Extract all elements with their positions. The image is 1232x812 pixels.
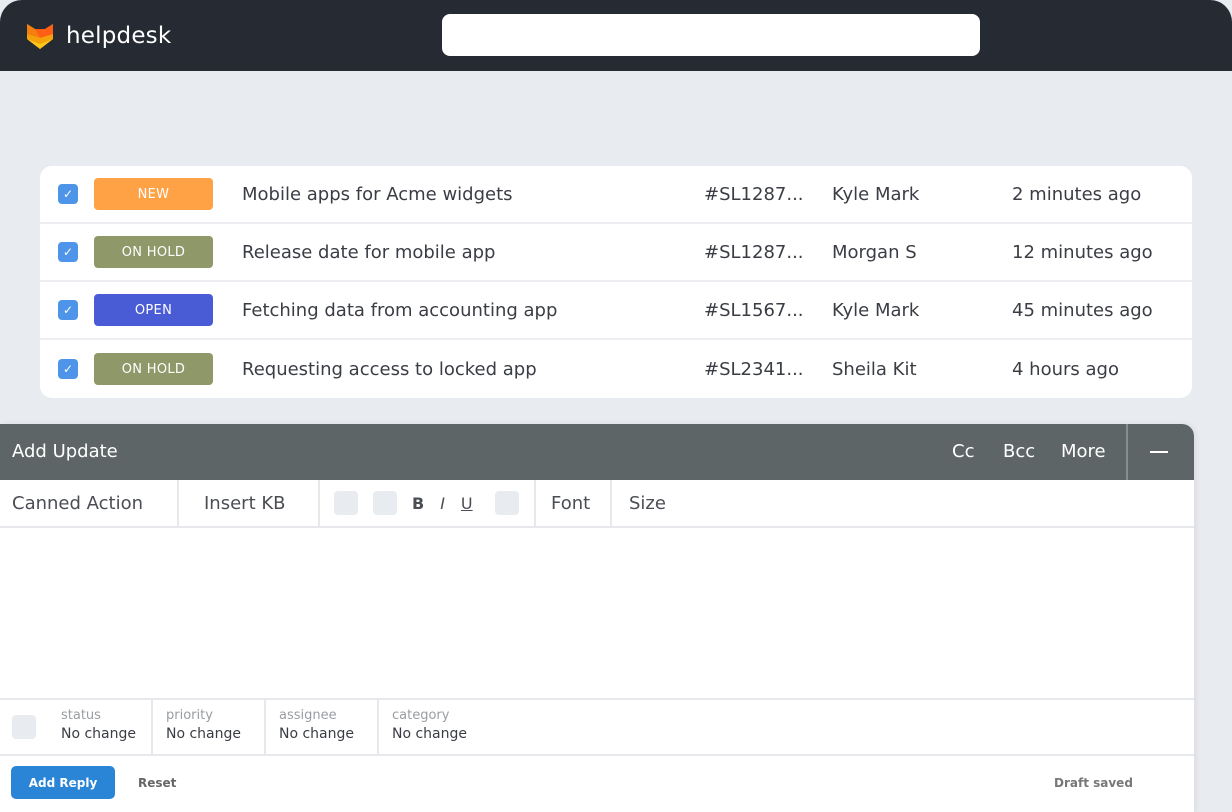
canned-action-button[interactable]: Canned Action (0, 480, 179, 526)
status-badge: ON HOLD (94, 353, 213, 385)
italic-button[interactable]: I (440, 494, 445, 513)
ticket-assignee: Kyle Mark (832, 183, 920, 205)
ticket-id: #SL1567... (704, 299, 804, 321)
reset-button[interactable]: Reset (138, 776, 176, 790)
font-select[interactable]: Font (536, 480, 612, 526)
ticket-id: #SL1287... (704, 183, 804, 205)
font-label: Font (551, 492, 591, 514)
canned-action-label: Canned Action (12, 492, 144, 514)
checkbox[interactable]: ✓ (58, 359, 78, 379)
underline-button[interactable]: U (461, 494, 473, 513)
draft-status: Draft saved (1054, 776, 1133, 790)
ticket-list: ✓ NEW Mobile apps for Acme widgets #SL12… (40, 166, 1192, 398)
reply-editor[interactable] (0, 528, 1194, 700)
more-button[interactable]: More (1061, 441, 1106, 462)
field-label: assignee (279, 708, 337, 723)
search-input[interactable] (442, 14, 980, 56)
fox-logo-icon (27, 24, 53, 49)
ticket-assignee: Morgan S (832, 241, 917, 263)
ticket-time: 2 minutes ago (1012, 183, 1142, 205)
format-icon[interactable] (494, 491, 519, 515)
ticket-subject[interactable]: Release date for mobile app (242, 242, 496, 263)
ticket-row[interactable]: ✓ NEW Mobile apps for Acme widgets #SL12… (40, 166, 1192, 224)
format-icon[interactable] (334, 491, 358, 515)
bold-button[interactable]: B (412, 494, 424, 513)
format-icon[interactable] (373, 491, 397, 515)
field-label: status (61, 708, 101, 723)
status-badge: ON HOLD (94, 236, 213, 268)
checkbox[interactable]: ✓ (58, 300, 78, 320)
insert-kb-label: Insert KB (204, 492, 286, 514)
size-label: Size (629, 492, 666, 514)
field-label: priority (166, 708, 213, 723)
ticket-fields: status No change priority No change assign… (0, 700, 1194, 756)
ticket-row[interactable]: ✓ OPEN Fetching data from accounting app… (40, 282, 1192, 340)
app-name: helpdesk (66, 23, 172, 49)
divider (1126, 424, 1128, 480)
priority-select[interactable]: priority No change (153, 700, 266, 754)
compose-title: Add Update (12, 441, 118, 462)
status-badge: OPEN (94, 294, 213, 326)
field-value: No change (166, 726, 242, 742)
assignee-select[interactable]: assignee No change (266, 700, 379, 754)
status-badge: NEW (94, 178, 213, 210)
ticket-assignee: Kyle Mark (832, 299, 920, 321)
category-select[interactable]: category No change (379, 700, 492, 754)
editor-toolbar: Canned Action Insert KB B I U Font Size (0, 480, 1194, 528)
compose-panel: Add Update Cc Bcc More Canned Action Ins… (0, 424, 1194, 812)
minimize-icon[interactable] (1150, 451, 1168, 453)
field-label: category (392, 708, 450, 723)
top-bar: helpdesk (0, 0, 1232, 71)
ticket-time: 45 minutes ago (1012, 299, 1153, 321)
ticket-row[interactable]: ✓ ON HOLD Release date for mobile app #S… (40, 224, 1192, 282)
checkbox[interactable]: ✓ (58, 242, 78, 262)
cc-button[interactable]: Cc (952, 441, 974, 462)
ticket-subject[interactable]: Mobile apps for Acme widgets (242, 184, 513, 205)
ticket-subject[interactable]: Fetching data from accounting app (242, 300, 557, 321)
status-select[interactable]: status No change (48, 700, 153, 754)
ticket-id: #SL2341... (704, 358, 804, 380)
add-reply-button[interactable]: Add Reply (11, 766, 115, 799)
field-value: No change (279, 726, 355, 742)
field-checkbox[interactable] (0, 700, 48, 754)
field-value: No change (392, 726, 468, 742)
ticket-time: 12 minutes ago (1012, 241, 1153, 263)
ticket-row[interactable]: ✓ ON HOLD Requesting access to locked ap… (40, 340, 1192, 398)
ticket-time: 4 hours ago (1012, 358, 1119, 380)
ticket-assignee: Sheila Kit (832, 358, 917, 380)
insert-kb-button[interactable]: Insert KB (179, 480, 320, 526)
compose-header: Add Update Cc Bcc More (0, 424, 1194, 480)
bcc-button[interactable]: Bcc (1003, 441, 1035, 462)
ticket-subject[interactable]: Requesting access to locked app (242, 359, 537, 380)
checkbox[interactable]: ✓ (58, 184, 78, 204)
compose-footer: Add Reply Reset Draft saved (0, 756, 1194, 812)
ticket-id: #SL1287... (704, 241, 804, 263)
logo[interactable]: helpdesk (26, 22, 171, 50)
size-select[interactable]: Size (612, 480, 678, 526)
field-value: No change (61, 726, 137, 742)
